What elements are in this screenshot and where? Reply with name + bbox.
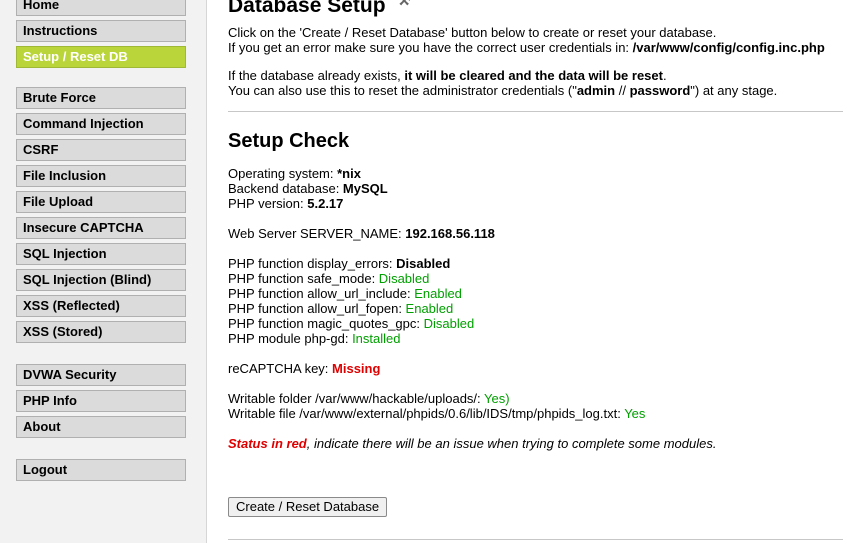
check-url-include-label: PHP function allow_url_include:: [228, 286, 415, 301]
menu-item-command-injection[interactable]: Command Injection: [16, 113, 186, 135]
check-php-gd-label: PHP module php-gd:: [228, 331, 353, 346]
cleared-prefix: If the database already exists,: [228, 68, 405, 83]
create-reset-database-button[interactable]: Create / Reset Database: [228, 497, 388, 517]
reset-prefix: You can also use this to reset the admin…: [228, 83, 577, 98]
check-db-label: Backend database:: [228, 181, 343, 196]
check-db: Backend database: MySQL: [228, 181, 388, 196]
menu-item-about[interactable]: About: [16, 416, 186, 438]
check-uploads-folder: Writable folder /var/www/hackable/upload…: [228, 391, 510, 406]
reset-credentials-text: You can also use this to reset the admin…: [228, 83, 777, 98]
menu-item-xss-stored[interactable]: XSS (Stored): [16, 321, 186, 343]
menu-item-instructions[interactable]: Instructions: [16, 20, 186, 42]
menu-group-vulnerabilities: Brute Force Command Injection CSRF File …: [16, 87, 186, 347]
menu-item-sql-injection[interactable]: SQL Injection: [16, 243, 186, 265]
check-display-errors-label: PHP function display_errors:: [228, 256, 397, 271]
menu-item-setup-reset-db[interactable]: Setup / Reset DB: [16, 46, 186, 68]
check-recaptcha-label: reCAPTCHA key:: [228, 361, 333, 376]
check-php-gd: PHP module php-gd: Installed: [228, 331, 400, 346]
check-magic-quotes-label: PHP function magic_quotes_gpc:: [228, 316, 424, 331]
check-url-include: PHP function allow_url_include: Enabled: [228, 286, 462, 301]
intro-text-2: If you get an error make sure you have t…: [228, 40, 825, 55]
check-recaptcha: reCAPTCHA key: Missing: [228, 361, 380, 376]
check-recaptcha-value: Missing: [332, 361, 381, 376]
menu-item-php-info[interactable]: PHP Info: [16, 390, 186, 412]
page-title-text: Database Setup: [228, 0, 386, 17]
check-php-gd-value: Installed: [352, 331, 401, 346]
menu-item-dvwa-security[interactable]: DVWA Security: [16, 364, 186, 386]
menu-item-home[interactable]: Home: [16, 0, 186, 16]
check-phpids-label: Writable file /var/www/external/phpids/0…: [228, 406, 625, 421]
sidebar: Home Instructions Setup / Reset DB Brute…: [0, 0, 207, 543]
menu-item-xss-reflected[interactable]: XSS (Reflected): [16, 295, 186, 317]
divider-top: [228, 111, 843, 112]
menu-item-file-inclusion[interactable]: File Inclusion: [16, 165, 186, 187]
menu-group-settings: DVWA Security PHP Info About: [16, 364, 186, 442]
check-os: Operating system: *nix: [228, 166, 361, 181]
check-url-fopen: PHP function allow_url_fopen: Enabled: [228, 301, 453, 316]
check-safe-mode-label: PHP function safe_mode:: [228, 271, 379, 286]
check-php-version: PHP version: 5.2.17: [228, 196, 343, 211]
menu-item-insecure-captcha[interactable]: Insecure CAPTCHA: [16, 217, 186, 239]
check-url-include-value: Enabled: [414, 286, 462, 301]
wrench-icon: ⚒: [397, 0, 411, 8]
check-url-fopen-label: PHP function allow_url_fopen:: [228, 301, 406, 316]
check-phpids-log: Writable file /var/www/external/phpids/0…: [228, 406, 645, 421]
check-server-value: 192.168.56.118: [405, 226, 495, 241]
check-phpids-value: Yes: [624, 406, 646, 421]
check-safe-mode: PHP function safe_mode: Disabled: [228, 271, 429, 286]
check-php-value: 5.2.17: [307, 196, 344, 211]
check-server-label: Web Server SERVER_NAME:: [228, 226, 406, 241]
menu-group-logout: Logout: [16, 459, 186, 485]
check-os-label: Operating system:: [228, 166, 338, 181]
reset-suffix: ") at any stage.: [690, 83, 778, 98]
check-server-name: Web Server SERVER_NAME: 192.168.56.118: [228, 226, 495, 241]
check-display-errors-value: Disabled: [396, 256, 451, 271]
menu-item-logout[interactable]: Logout: [16, 459, 186, 481]
status-red-label: Status in red: [228, 436, 307, 451]
check-php-label: PHP version:: [228, 196, 308, 211]
check-uploads-label: Writable folder /var/www/hackable/upload…: [228, 391, 485, 406]
menu-item-brute-force[interactable]: Brute Force: [16, 87, 186, 109]
reset-separator: //: [615, 83, 630, 98]
check-url-fopen-value: Enabled: [405, 301, 454, 316]
cleared-bold: it will be cleared and the data will be …: [404, 68, 663, 83]
reset-password: password: [629, 83, 691, 98]
menu-group-main: Home Instructions Setup / Reset DB: [16, 0, 186, 72]
page-title: Database Setup ⚒: [228, 0, 410, 18]
cleared-suffix: .: [662, 68, 667, 83]
menu-item-sql-injection-blind[interactable]: SQL Injection (Blind): [16, 269, 186, 291]
check-os-value: *nix: [337, 166, 361, 181]
menu-item-csrf[interactable]: CSRF: [16, 139, 186, 161]
menu-item-file-upload[interactable]: File Upload: [16, 191, 186, 213]
config-path: /var/www/config/config.inc.php: [632, 40, 825, 55]
status-note-text: , indicate there will be an issue when t…: [306, 436, 717, 451]
intro-text-1: Click on the 'Create / Reset Database' b…: [228, 25, 717, 40]
intro-text-2-prefix: If you get an error make sure you have t…: [228, 40, 633, 55]
check-magic-quotes: PHP function magic_quotes_gpc: Disabled: [228, 316, 474, 331]
check-display-errors: PHP function display_errors: Disabled: [228, 256, 450, 271]
status-note: Status in red, indicate there will be an…: [228, 436, 716, 451]
check-magic-quotes-value: Disabled: [423, 316, 475, 331]
check-uploads-value: Yes): [484, 391, 510, 406]
setup-check-title: Setup Check: [228, 130, 350, 152]
check-db-value: MySQL: [342, 181, 388, 196]
cleared-warning: If the database already exists, it will …: [228, 68, 667, 83]
reset-username: admin: [576, 83, 616, 98]
check-safe-mode-value: Disabled: [378, 271, 430, 286]
divider-bottom: [228, 539, 843, 540]
